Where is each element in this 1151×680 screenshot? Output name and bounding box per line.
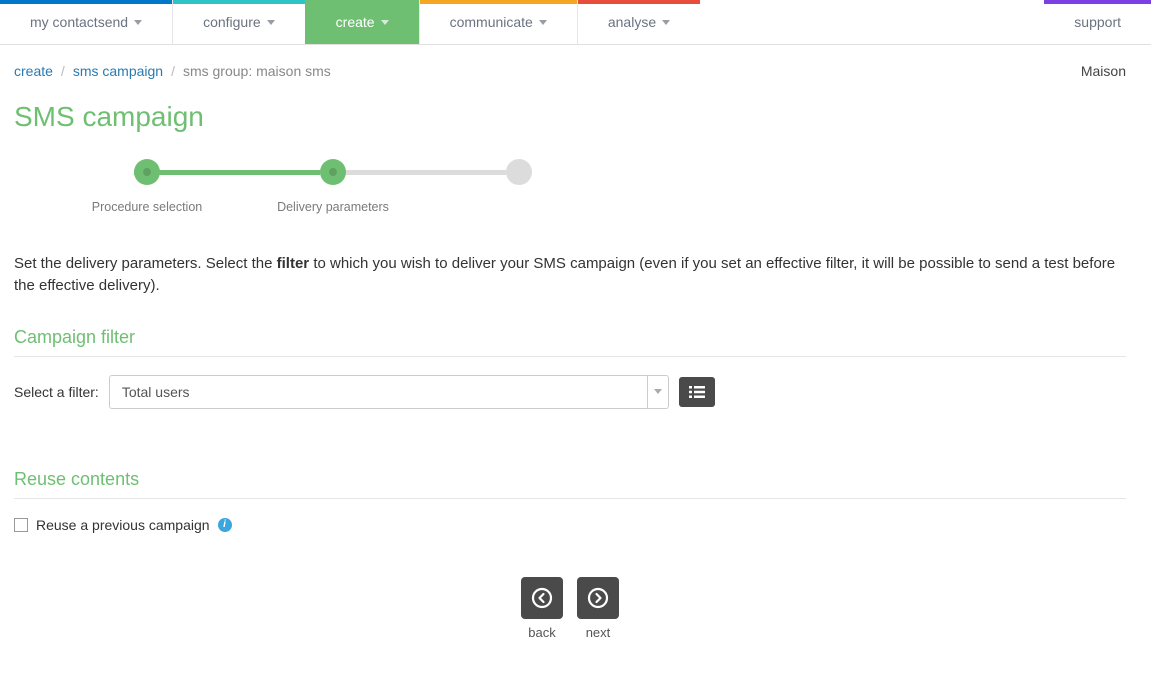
accent-bar: [578, 0, 700, 4]
filter-select-display[interactable]: Total users: [109, 375, 647, 409]
tab-label: my contactsend: [30, 14, 128, 30]
wizard-steps: Procedure selection Delivery parameters: [54, 159, 1126, 229]
breadcrumb-sep: /: [171, 63, 175, 79]
chevron-right-circle-icon: [587, 587, 609, 609]
back-label: back: [521, 625, 563, 640]
next-label: next: [577, 625, 619, 640]
tab-my-contactsend[interactable]: my contactsend: [0, 0, 172, 44]
wizard-bar-1: [134, 170, 320, 175]
tab-label: analyse: [608, 14, 656, 30]
wizard-step-1: Procedure selection: [54, 159, 240, 215]
breadcrumb-link-sms-campaign[interactable]: sms campaign: [73, 63, 163, 79]
accent-bar: [420, 0, 577, 4]
tab-create[interactable]: create: [305, 0, 419, 44]
back-button-wrap: back: [521, 577, 563, 640]
campaign-filter-title: Campaign filter: [14, 327, 1126, 348]
list-button[interactable]: [679, 377, 715, 407]
tab-configure[interactable]: configure: [172, 0, 305, 44]
instruction-bold: filter: [277, 255, 310, 272]
accent-bar: [0, 0, 172, 4]
tab-analyse[interactable]: analyse: [577, 0, 700, 44]
wizard-dot-current: [320, 159, 346, 185]
chevron-down-icon: [267, 20, 275, 25]
divider: [14, 356, 1126, 357]
wizard-dot-done: [134, 159, 160, 185]
info-icon[interactable]: i: [218, 518, 232, 532]
reuse-label: Reuse a previous campaign: [36, 517, 210, 533]
filter-select-arrow[interactable]: [647, 375, 669, 409]
page-content: create / sms campaign / sms group: maiso…: [0, 45, 1140, 680]
filter-label: Select a filter:: [14, 384, 99, 400]
filter-select[interactable]: Total users: [109, 375, 669, 409]
top-nav: my contactsend configure create communic…: [0, 0, 1151, 45]
page-title: SMS campaign: [14, 101, 1126, 133]
accent-bar: [173, 0, 305, 4]
chevron-down-icon: [654, 389, 662, 394]
tab-communicate[interactable]: communicate: [419, 0, 577, 44]
tab-support[interactable]: support: [1044, 0, 1151, 44]
user-label: Maison: [1081, 63, 1126, 79]
wizard-step-3: [426, 159, 612, 199]
tab-label: configure: [203, 14, 261, 30]
nav-buttons: back next: [14, 577, 1126, 640]
tab-label: communicate: [450, 14, 533, 30]
chevron-left-circle-icon: [531, 587, 553, 609]
nav-spacer: [700, 0, 1044, 44]
back-button[interactable]: [521, 577, 563, 619]
wizard-dot-pending: [506, 159, 532, 185]
instruction-pre: Set the delivery parameters. Select the: [14, 255, 277, 272]
wizard-step-2: Delivery parameters: [240, 159, 426, 215]
next-button[interactable]: [577, 577, 619, 619]
next-button-wrap: next: [577, 577, 619, 640]
divider: [14, 498, 1126, 499]
breadcrumb-current: sms group: maison sms: [183, 63, 331, 79]
tab-label: create: [336, 14, 375, 30]
accent-bar: [306, 0, 419, 4]
breadcrumb: create / sms campaign / sms group: maiso…: [14, 63, 1126, 79]
chevron-down-icon: [134, 20, 142, 25]
wizard-step-label: Delivery parameters: [240, 199, 426, 215]
chevron-down-icon: [381, 20, 389, 25]
filter-row: Select a filter: Total users: [14, 375, 1126, 409]
wizard-bar-2: [320, 170, 506, 175]
list-icon: [689, 386, 705, 398]
reuse-contents-title: Reuse contents: [14, 469, 1126, 490]
breadcrumb-sep: /: [61, 63, 65, 79]
tab-label: support: [1074, 14, 1121, 30]
reuse-row: Reuse a previous campaign i: [14, 517, 1126, 533]
accent-bar: [1044, 0, 1151, 4]
reuse-checkbox[interactable]: [14, 518, 28, 532]
instruction-text: Set the delivery parameters. Select the …: [14, 253, 1126, 297]
wizard-step-label: Procedure selection: [54, 199, 240, 215]
chevron-down-icon: [662, 20, 670, 25]
breadcrumb-link-create[interactable]: create: [14, 63, 53, 79]
chevron-down-icon: [539, 20, 547, 25]
